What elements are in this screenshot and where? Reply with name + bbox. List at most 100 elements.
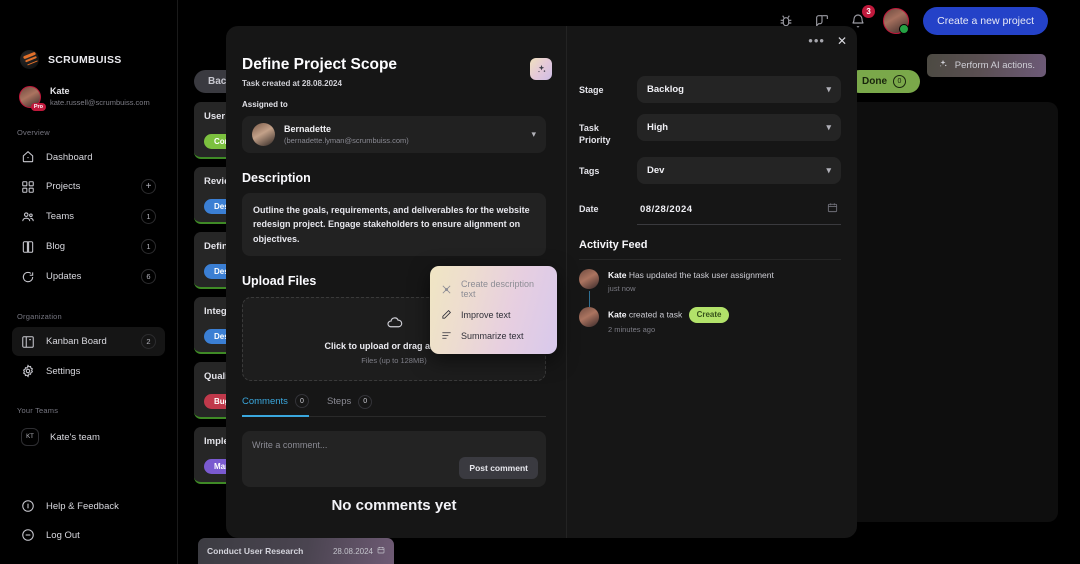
sparkle-icon bbox=[938, 59, 948, 72]
avatar bbox=[579, 307, 599, 327]
avatar[interactable] bbox=[883, 8, 909, 34]
add-project-button[interactable]: + bbox=[141, 179, 156, 194]
card-date: 28.08.2024 bbox=[333, 546, 385, 556]
sidebar-item-label: Projects bbox=[46, 181, 130, 192]
column-header: Done 0 bbox=[848, 70, 920, 93]
menu-item-label: Summarize text bbox=[461, 331, 524, 341]
avatar: Pro bbox=[19, 86, 41, 108]
more-options-button[interactable]: ••• bbox=[808, 34, 825, 47]
field-tags: Tags Dev ▾ bbox=[579, 157, 841, 184]
assigned-to-label: Assigned to bbox=[242, 100, 546, 109]
close-icon[interactable]: ✕ bbox=[837, 35, 847, 47]
ai-actions-button-header[interactable] bbox=[530, 58, 552, 80]
help-and-feedback-button[interactable]: Help & Feedback bbox=[12, 492, 165, 520]
activity-text: Kate created a task Create bbox=[608, 307, 729, 323]
activity-item: Kate Has updated the task user assignmen… bbox=[579, 269, 841, 293]
column-count: 0 bbox=[893, 75, 906, 88]
modal-controls: ••• ✕ bbox=[808, 34, 847, 47]
menu-item-summarize-text[interactable]: Summarize text bbox=[430, 325, 557, 346]
user-email: kate.russell@scrumbuiss.com bbox=[50, 98, 150, 109]
divider bbox=[579, 259, 841, 260]
gear-icon bbox=[21, 364, 35, 378]
menu-item-create-description-text[interactable]: Create description text bbox=[430, 274, 557, 304]
app-root: SCRUMBUISS Pro Kate kate.russell@scrumbu… bbox=[0, 0, 1080, 564]
team-initials-badge: KT bbox=[21, 428, 39, 446]
brand-name: SCRUMBUISS bbox=[48, 54, 122, 66]
activity-time: 2 minutes ago bbox=[608, 325, 729, 334]
pencil-icon bbox=[441, 309, 452, 320]
sidebar-item-dashboard[interactable]: Dashboard bbox=[12, 143, 165, 171]
log-out-button[interactable]: Log Out bbox=[12, 521, 165, 549]
card-date-text: 28.08.2024 bbox=[333, 547, 373, 556]
kanban-count-badge: 2 bbox=[141, 334, 156, 349]
card-title: Conduct User Research bbox=[207, 546, 303, 556]
sidebar-item-label: Kanban Board bbox=[46, 336, 130, 347]
tags-select[interactable]: Dev ▾ bbox=[637, 157, 841, 184]
field-label: Tags bbox=[579, 157, 629, 177]
floating-card-conduct-user-research[interactable]: Conduct User Research 28.08.2024 bbox=[198, 538, 394, 564]
tab-count: 0 bbox=[358, 395, 372, 409]
sidebar-item-blog[interactable]: Blog 1 bbox=[12, 232, 165, 261]
comment-input-wrapper[interactable]: Write a comment... Post comment bbox=[242, 431, 546, 487]
sidebar-item-label: Updates bbox=[46, 271, 130, 282]
kanban-icon bbox=[21, 335, 35, 349]
section-label-organization: Organization bbox=[12, 292, 165, 327]
sidebar-footer: Help & Feedback Log Out bbox=[12, 492, 165, 550]
perform-ai-actions-tooltip[interactable]: Perform AI actions. bbox=[927, 54, 1046, 77]
tabs: Comments 0 Steps 0 bbox=[242, 394, 546, 417]
section-label-your-teams: Your Teams bbox=[12, 386, 165, 421]
upload-constraint: Files (up to 128MB) bbox=[361, 356, 426, 365]
stage-value: Backlog bbox=[647, 84, 684, 95]
lines-icon bbox=[441, 330, 452, 341]
sidebar-item-label: Teams bbox=[46, 211, 130, 222]
sidebar-item-projects[interactable]: Projects + bbox=[12, 172, 165, 201]
refresh-icon bbox=[21, 270, 35, 284]
menu-item-label: Improve text bbox=[461, 310, 511, 320]
sparkle-lines-icon bbox=[441, 284, 452, 295]
assignee-selector[interactable]: Bernadette (bernadette.lyman@scrumbuiss.… bbox=[242, 116, 546, 153]
field-date: Date 08/28/2024 bbox=[579, 195, 841, 225]
sidebar-item-teams[interactable]: Teams 1 bbox=[12, 202, 165, 231]
tab-steps[interactable]: Steps 0 bbox=[327, 394, 372, 416]
date-value: 08/28/2024 bbox=[640, 204, 693, 215]
column-dropzone[interactable] bbox=[848, 102, 1058, 522]
date-input[interactable]: 08/28/2024 bbox=[637, 195, 841, 225]
team-name: Kate's team bbox=[50, 432, 156, 443]
people-icon bbox=[21, 210, 35, 224]
avatar bbox=[579, 269, 599, 289]
tags-value: Dev bbox=[647, 165, 664, 176]
activity-action: Has updated the task user assignment bbox=[629, 270, 774, 280]
sidebar-item-kanban-board[interactable]: Kanban Board 2 bbox=[12, 327, 165, 356]
sidebar-user[interactable]: Pro Kate kate.russell@scrumbuiss.com bbox=[12, 69, 165, 108]
sidebar-item-label: Blog bbox=[46, 241, 130, 252]
assignee-email: (bernadette.lyman@scrumbuiss.com) bbox=[284, 136, 409, 147]
menu-item-improve-text[interactable]: Improve text bbox=[430, 304, 557, 325]
logout-icon bbox=[21, 528, 35, 542]
create-new-project-button[interactable]: Create a new project bbox=[923, 7, 1048, 35]
activity-tag: Create bbox=[689, 307, 730, 323]
stage-select[interactable]: Backlog ▾ bbox=[637, 76, 841, 103]
book-icon bbox=[21, 240, 35, 254]
post-comment-button[interactable]: Post comment bbox=[459, 457, 538, 479]
tab-label: Steps bbox=[327, 396, 351, 407]
section-label-overview: Overview bbox=[12, 108, 165, 143]
pro-badge: Pro bbox=[31, 103, 46, 112]
sidebar-item-updates[interactable]: Updates 6 bbox=[12, 262, 165, 291]
chevron-down-icon: ▾ bbox=[531, 129, 536, 140]
sidebar-item-kates-team[interactable]: KT Kate's team bbox=[12, 421, 165, 453]
chevron-down-icon: ▾ bbox=[826, 165, 831, 176]
tab-comments[interactable]: Comments 0 bbox=[242, 394, 309, 417]
page-title: Define Project Scope bbox=[242, 56, 546, 74]
notification-badge: 3 bbox=[862, 5, 875, 18]
field-label: Stage bbox=[579, 76, 629, 96]
info-icon bbox=[21, 499, 35, 513]
updates-count-badge: 6 bbox=[141, 269, 156, 284]
modal-right-pane: Stage Backlog ▾ Task Priority High ▾ Tag… bbox=[566, 26, 857, 538]
task-created-date: Task created at 28.08.2024 bbox=[242, 79, 546, 88]
calendar-icon[interactable] bbox=[827, 200, 838, 218]
field-label: Date bbox=[579, 195, 629, 215]
tab-count: 0 bbox=[295, 394, 309, 408]
description-text[interactable]: Outline the goals, requirements, and del… bbox=[242, 193, 546, 256]
sidebar-item-settings[interactable]: Settings bbox=[12, 357, 165, 385]
priority-select[interactable]: High ▾ bbox=[637, 114, 841, 141]
